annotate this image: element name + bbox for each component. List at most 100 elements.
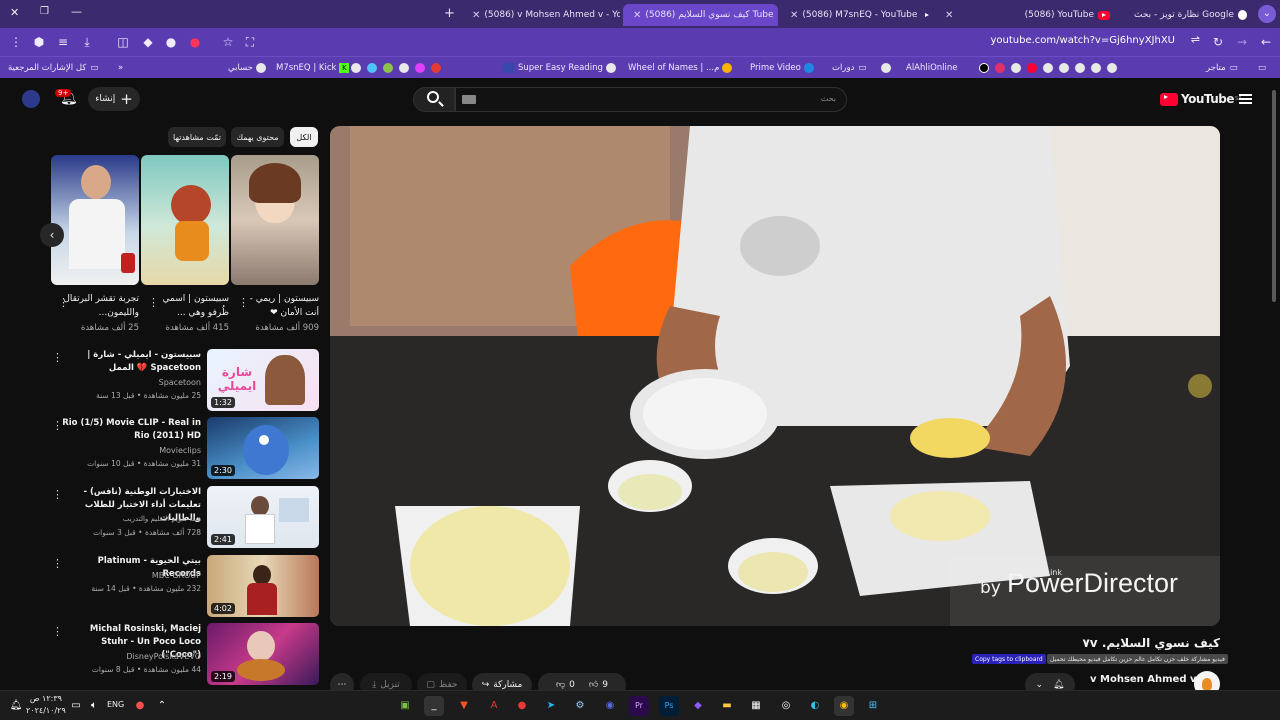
app-brave-icon[interactable]: ▼ — [454, 696, 474, 716]
language-indicator[interactable]: ENG — [107, 700, 124, 709]
app-steam-icon[interactable]: ⚙ — [570, 696, 590, 716]
app-generic-icon[interactable]: ● — [512, 696, 532, 716]
clock[interactable]: ١٢:٣٩ ص ٢٠٢٤/١٠/٢٩ — [26, 693, 66, 717]
more-icon[interactable]: ⋮ — [52, 351, 63, 364]
video-player[interactable]: CyberLink by PowerDirector — [330, 126, 1220, 626]
rec-thumbnail[interactable]: 2:30 — [207, 417, 319, 479]
start-button-icon[interactable]: ⊞ — [863, 696, 883, 716]
copy-tags-button[interactable]: Copy tags to clipboard — [972, 654, 1046, 664]
rec-title[interactable]: سبيستون - ايميلي - شارة | Spacetoon 💔 ال… — [61, 349, 201, 375]
close-icon[interactable]: ✕ — [790, 10, 798, 21]
rec-channel[interactable]: DisneyPolskaVEVO — [61, 652, 201, 661]
more-icon[interactable]: ⋮ — [238, 296, 249, 309]
rec-channel[interactable]: هيئة تقويم التعليم والتدريب — [61, 515, 201, 523]
app-xbox-icon[interactable]: ▣ — [395, 696, 415, 716]
youtube-logo[interactable]: YouTube SA — [1160, 92, 1242, 106]
menu-dots-icon[interactable]: ⋮ — [8, 34, 24, 50]
window-maximize-icon[interactable]: ❐ — [40, 6, 49, 17]
bookmark-icons-group[interactable] — [348, 60, 444, 76]
reload-icon[interactable]: ↻ — [1210, 34, 1226, 50]
tab-active-video[interactable]: ✕ (5086) كيف نسوي السلايم Tube — [623, 4, 778, 26]
app-discord-icon[interactable]: ◉ — [600, 696, 620, 716]
short-title[interactable]: تجربة تقشر البرتقال والليمون... — [61, 292, 139, 320]
app-edge-icon[interactable]: ◐ — [805, 696, 825, 716]
app-explorer-icon[interactable]: ▬ — [717, 696, 737, 716]
tray-chevron-icon[interactable]: ⌃ — [152, 696, 172, 716]
rec-channel[interactable]: Spacetoon — [61, 378, 201, 387]
rec-thumbnail[interactable]: 4:02 — [207, 555, 319, 617]
like-icon[interactable]: 👍︎ — [589, 680, 598, 690]
extension-4-icon[interactable]: ● — [187, 34, 203, 50]
rec-thumbnail[interactable]: 2:19 — [207, 623, 319, 685]
tab-mohsen[interactable]: ✕ (5086) v Mohsen Ahmed v - Yo — [462, 4, 620, 26]
back-icon[interactable]: ← — [1258, 34, 1274, 50]
app-github-icon[interactable]: ◎ — [776, 696, 796, 716]
short-thumbnail[interactable] — [141, 155, 229, 285]
download-icon[interactable]: ⤓ — [79, 34, 95, 50]
account-avatar[interactable] — [22, 90, 40, 108]
bookmark-account[interactable]: حسابي — [228, 60, 269, 76]
more-icon[interactable]: ⋮ — [52, 625, 63, 638]
hamburger-menu-icon[interactable] — [1239, 94, 1252, 104]
app-chrome-icon[interactable]: ◉ — [834, 696, 854, 716]
bookmark-courses[interactable]: دورات ▭ — [832, 60, 866, 76]
app-telegram-icon[interactable]: ➤ — [541, 696, 561, 716]
bookmark-kick[interactable]: M7snEQ | Kick K — [276, 60, 350, 76]
extension-icon[interactable]: ⬢ — [31, 34, 47, 50]
extension-3-icon[interactable]: ● — [163, 34, 179, 50]
rec-thumbnail[interactable]: 2:41 — [207, 486, 319, 548]
chip-watched[interactable]: تمّت مشاهدتها — [168, 127, 226, 147]
rec-thumbnail[interactable]: شارة ايميلي 1:32 — [207, 349, 319, 411]
more-icon[interactable]: ⋮ — [52, 419, 63, 432]
star-icon[interactable]: ☆ — [220, 34, 236, 50]
rec-title[interactable]: Rio (1/5) Movie CLIP - Real in Rio (2011… — [61, 417, 201, 443]
bookmark-super-easy-reading[interactable]: Super Easy Reading — [502, 60, 619, 76]
search-button[interactable] — [413, 87, 455, 112]
more-icon[interactable]: ⋮ — [148, 296, 159, 309]
address-bar[interactable]: youtube.com/watch?v=Gj6hnyXJhXU ⇌ — [265, 32, 1205, 52]
bookmark-stores[interactable]: متاجر ▭ — [1206, 60, 1238, 76]
window-close-icon[interactable]: ✕ — [10, 6, 19, 19]
short-title[interactable]: سبيستون | اسمي ظُرفو وهي ... — [151, 292, 229, 320]
channel-name[interactable]: v Mohsen Ahmed v — [1090, 674, 1197, 685]
more-icon[interactable]: ⋮ — [52, 488, 63, 501]
browser-menu-icon[interactable]: ⌄ — [1258, 5, 1276, 23]
screenshot-icon[interactable]: ⛶ — [242, 34, 258, 50]
window-minimize-icon[interactable]: — — [71, 5, 82, 18]
chip-for-you[interactable]: محتوى يهمك — [231, 127, 284, 147]
puzzle-icon[interactable]: ◫ — [115, 34, 131, 50]
app-acrobat-icon[interactable]: A — [484, 696, 504, 716]
rec-channel[interactable]: Movieclips — [61, 446, 201, 455]
chip-all[interactable]: الكل — [290, 127, 318, 147]
bookmark-prime-video[interactable]: Prime Video — [750, 60, 817, 76]
more-bookmarks-icon[interactable]: » — [118, 60, 123, 76]
bookmark-icons-group-3[interactable] — [976, 60, 1120, 76]
volume-icon[interactable]: 🔈︎ — [84, 696, 104, 716]
bookmark-alahli[interactable]: AlAhliOnline — [906, 60, 958, 76]
app-streaming-icon[interactable]: ◆ — [688, 696, 708, 716]
extension-2-icon[interactable]: ◆ — [140, 34, 156, 50]
bookmark-all[interactable]: كل الإشارات المرجعية ▭ — [8, 60, 98, 76]
close-icon[interactable]: ✕ — [472, 10, 480, 21]
rec-channel[interactable]: MBC GROUP — [61, 571, 201, 580]
close-icon[interactable]: ✕ — [945, 10, 953, 21]
create-button[interactable]: إنشاء + — [88, 87, 140, 111]
tab-google[interactable]: نظارة تويز - بحث Google — [1128, 4, 1253, 26]
short-thumbnail[interactable] — [51, 155, 139, 285]
more-icon[interactable]: ⋮ — [52, 557, 63, 570]
close-icon[interactable]: ✕ — [633, 10, 641, 21]
short-thumbnail[interactable] — [231, 155, 319, 285]
keyboard-icon[interactable] — [462, 95, 476, 104]
notifications-icon[interactable]: 🔔︎ — [6, 696, 26, 716]
bookmark-icons-group-2[interactable] — [878, 60, 894, 76]
tab-m7sneq[interactable]: ✕ (5086) M7snEQ - YouTube — [780, 4, 930, 26]
tab-youtube-home[interactable]: ✕ (5086) YouTube — [935, 4, 1120, 26]
app-premiere-icon[interactable]: Pr — [629, 696, 649, 716]
app-terminal-icon[interactable]: _ — [424, 696, 444, 716]
battery-icon[interactable]: ▭ — [66, 696, 86, 716]
microphone-icon[interactable]: ● — [130, 696, 150, 716]
app-photoshop-icon[interactable]: Ps — [659, 696, 679, 716]
forward-icon[interactable]: → — [1234, 34, 1250, 50]
bookmark-wheel-of-names[interactable]: Wheel of Names | ...م — [628, 60, 735, 76]
search-input[interactable]: بحث — [455, 87, 847, 112]
